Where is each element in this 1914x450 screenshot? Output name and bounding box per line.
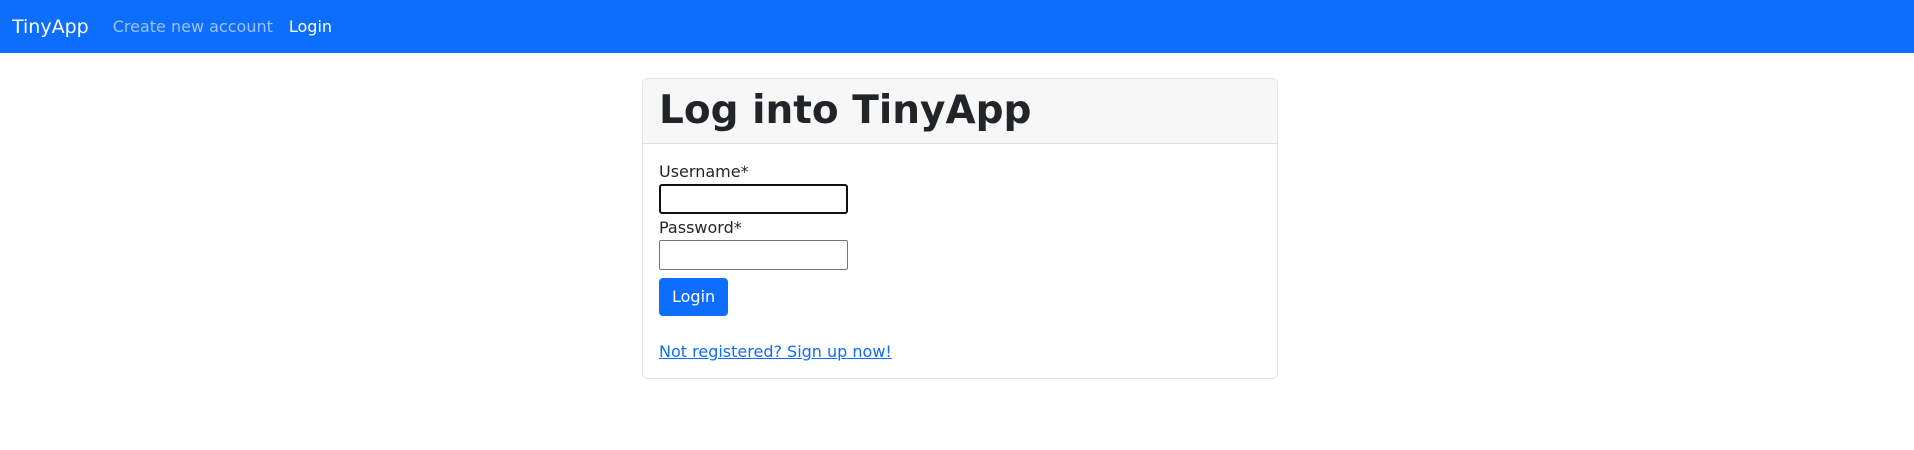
top-navbar: TinyApp Create new account Login: [0, 0, 1914, 53]
login-card-header: Log into TinyApp: [643, 79, 1277, 144]
login-form: Username* Password* Login Not registered…: [643, 144, 1277, 361]
password-input[interactable]: [659, 240, 848, 270]
username-label-text: Username: [659, 162, 741, 181]
signup-link[interactable]: Not registered? Sign up now!: [659, 342, 892, 361]
login-button[interactable]: Login: [659, 278, 729, 316]
login-card: Log into TinyApp Username* Password* Log…: [642, 78, 1278, 379]
username-label: Username*: [659, 162, 1261, 182]
username-input[interactable]: [659, 184, 848, 214]
nav-create-account-link[interactable]: Create new account: [113, 17, 273, 36]
page-title: Log into TinyApp: [659, 88, 1032, 133]
username-required-marker: *: [740, 162, 749, 181]
password-label-text: Password: [659, 218, 734, 237]
password-label: Password*: [659, 218, 1261, 238]
password-required-marker: *: [733, 218, 742, 237]
brand-link[interactable]: TinyApp: [12, 16, 89, 38]
nav-login-link[interactable]: Login: [289, 17, 332, 36]
